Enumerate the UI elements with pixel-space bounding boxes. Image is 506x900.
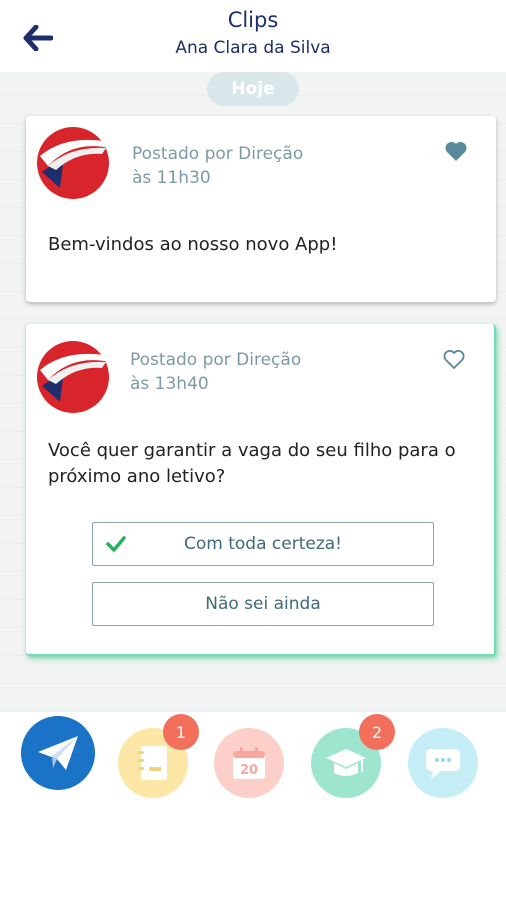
post-message: Você quer garantir a vaga do seu filho p… (48, 440, 456, 487)
graduation-cap-icon (326, 749, 366, 776)
heart-outline-icon[interactable] (442, 348, 466, 370)
page-title: Clips (227, 8, 279, 32)
post-card-poll: Postado por Direção às 13h40 Você quer g… (26, 324, 496, 656)
notification-badge: 1 (163, 714, 199, 750)
bottom-nav: 1 20 2 (0, 712, 506, 900)
nav-send-button[interactable] (21, 716, 95, 790)
school-logo-avatar (37, 127, 110, 199)
post-time: às 13h40 (130, 374, 209, 394)
poll-option-label: Não sei ainda (205, 594, 321, 614)
notification-badge: 2 (359, 714, 395, 750)
check-icon (106, 536, 126, 552)
calendar-day: 20 (240, 763, 258, 778)
poll-option-yes-button[interactable]: Com toda certeza! (92, 522, 434, 566)
notebook-icon (138, 746, 167, 780)
date-separator: Hoje (207, 72, 299, 106)
post-meta: Postado por Direção às 13h40 (130, 348, 301, 396)
chat-icon (426, 749, 460, 779)
app-header: Clips Ana Clara da Silva (0, 0, 506, 72)
post-author: Postado por Direção (132, 144, 304, 164)
post-author: Postado por Direção (130, 350, 302, 370)
heart-filled-icon[interactable] (444, 140, 468, 162)
school-logo-avatar (37, 341, 110, 413)
calendar-icon: 20 (233, 747, 265, 779)
poll-option-label: Com toda certeza! (184, 534, 342, 554)
nav-calendar-button[interactable]: 20 (214, 728, 284, 798)
send-icon (38, 736, 78, 770)
page-subtitle: Ana Clara da Silva (175, 38, 331, 58)
post-time: às 11h30 (132, 168, 211, 188)
post-meta: Postado por Direção às 11h30 (132, 142, 303, 190)
poll-option-unsure-button[interactable]: Não sei ainda (92, 582, 434, 626)
nav-chat-button[interactable] (408, 728, 478, 798)
post-message: Bem-vindos ao nosso novo App! (48, 234, 338, 255)
post-card: Postado por Direção às 11h30 Bem-vindos … (26, 116, 496, 302)
